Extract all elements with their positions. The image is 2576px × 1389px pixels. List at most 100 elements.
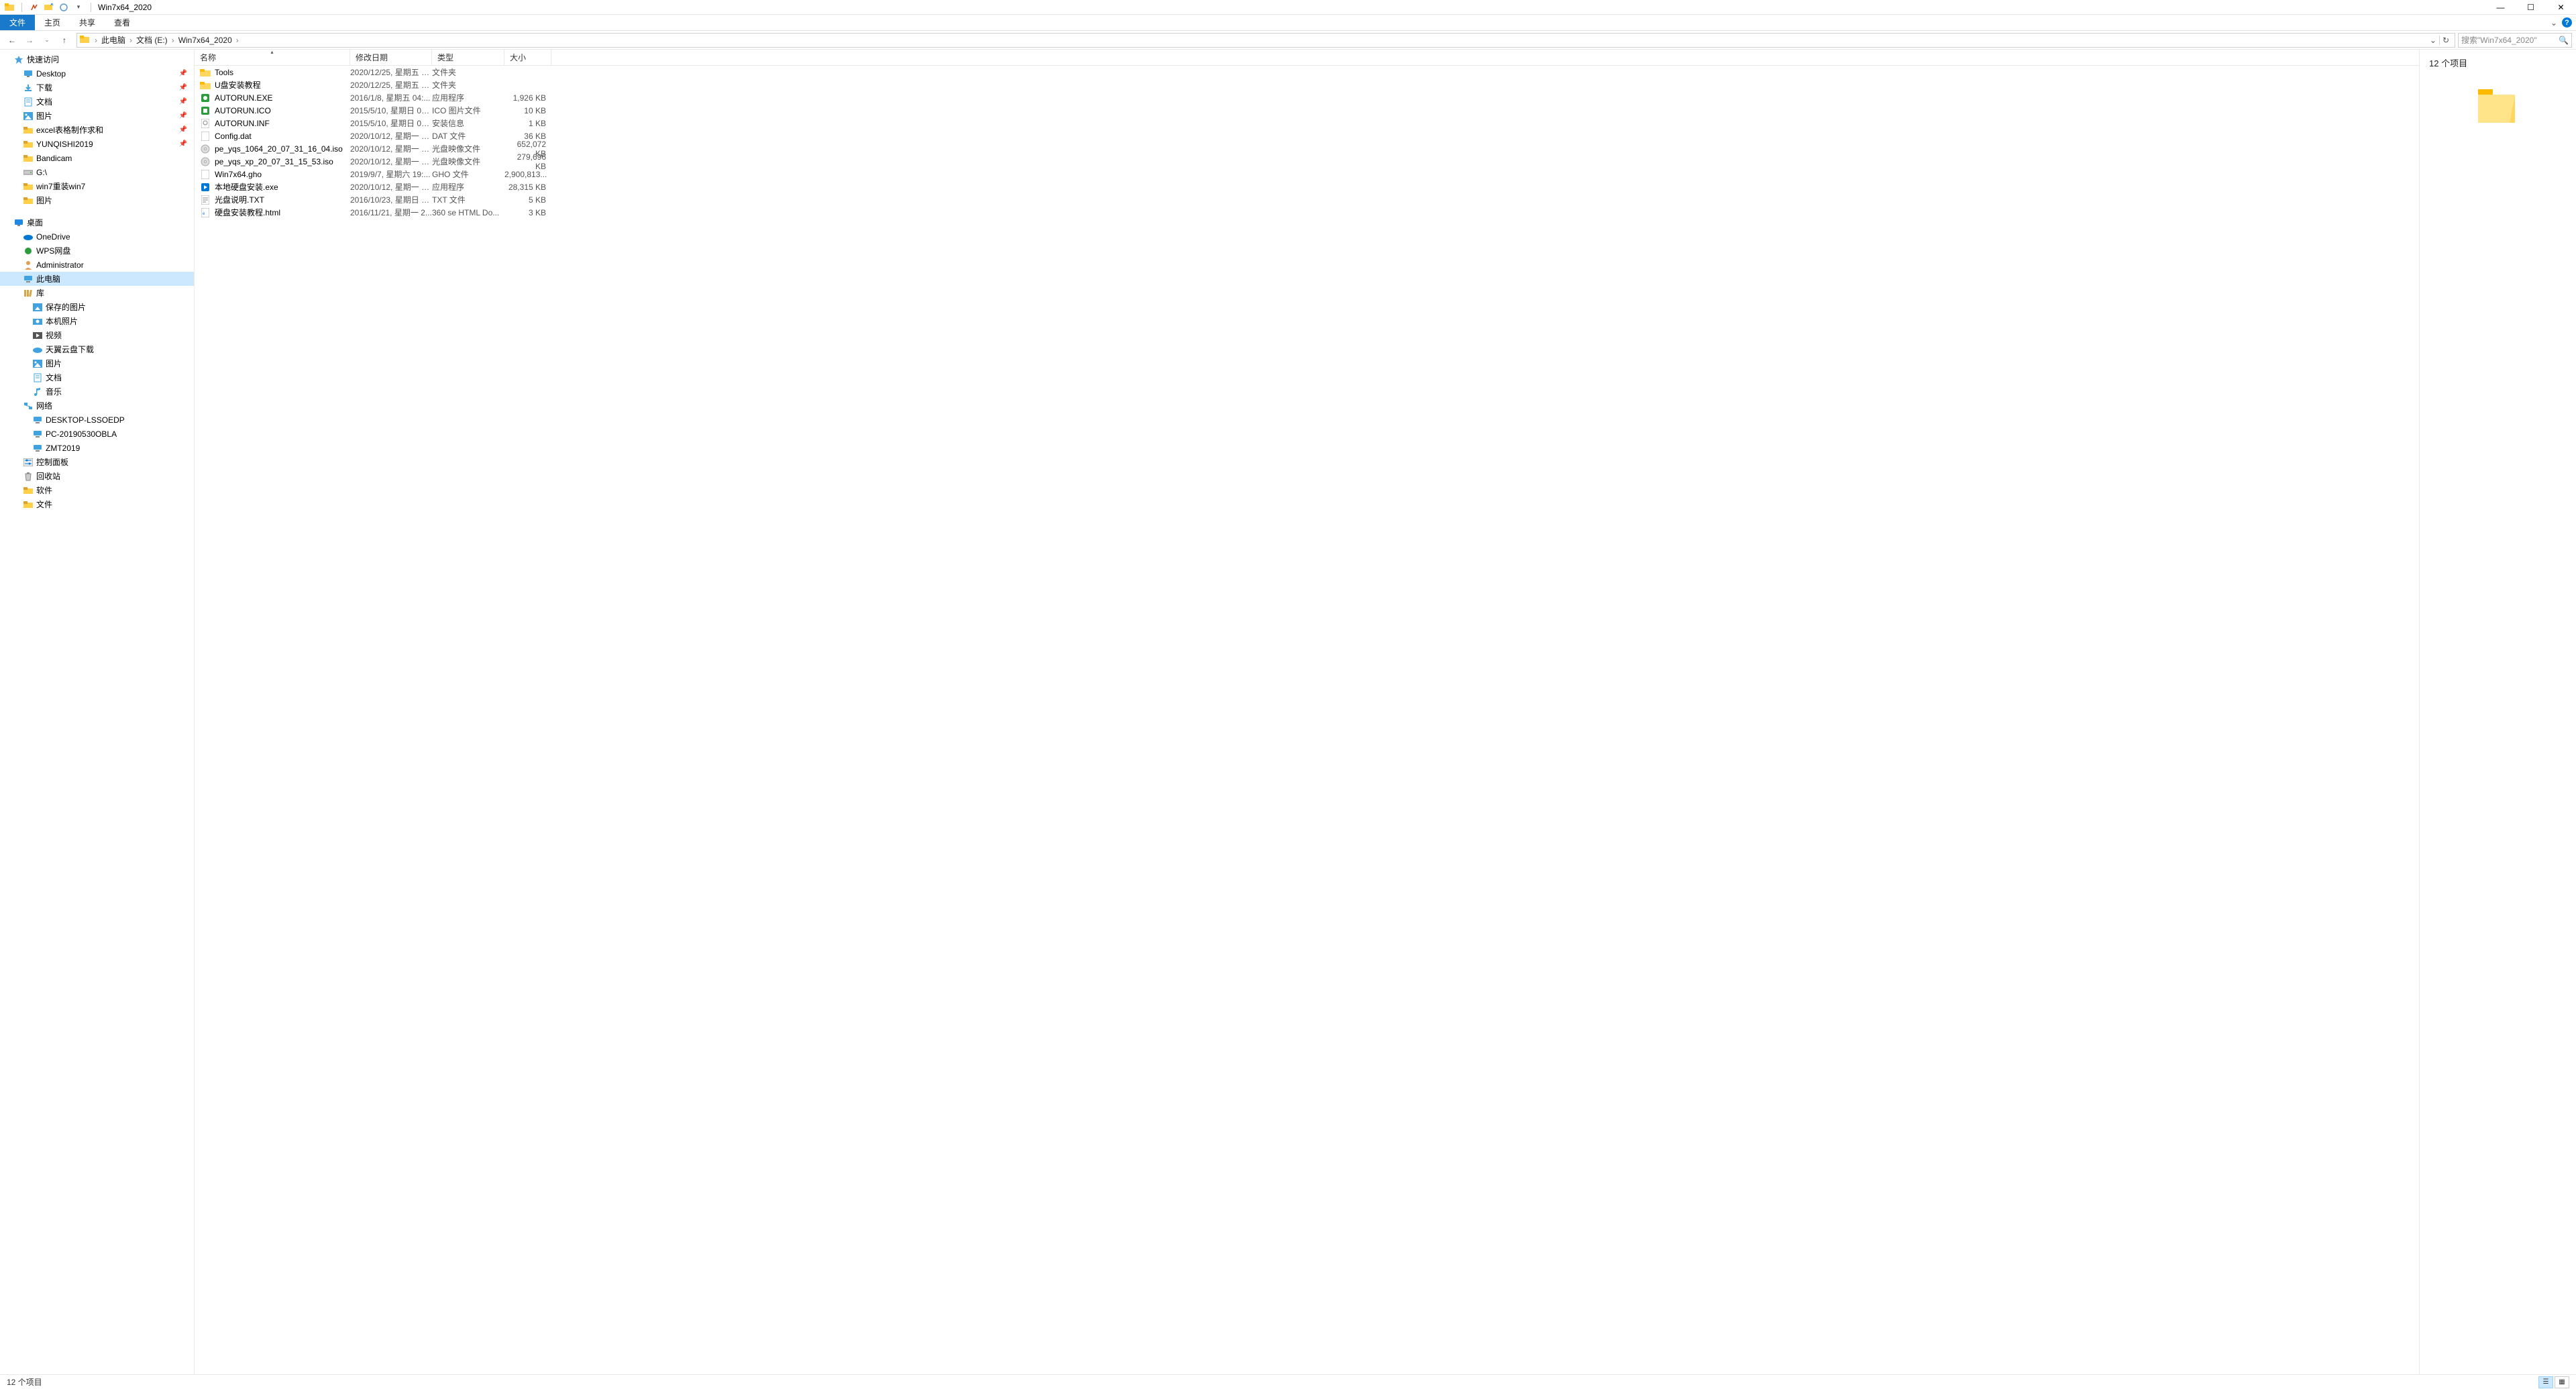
column-header-type[interactable]: 类型 (432, 50, 504, 65)
file-row[interactable]: U盘安装教程 2020/12/25, 星期五 1... 文件夹 (195, 79, 2419, 91)
large-icons-view-button[interactable]: ▦ (2555, 1376, 2569, 1388)
breadcrumb-item[interactable]: Win7x64_2020 (176, 36, 235, 45)
breadcrumb-item[interactable]: 文档 (E:) (133, 34, 170, 46)
tree-item[interactable]: 桌面 (0, 215, 194, 229)
tree-item[interactable]: 天翼云盘下载 (0, 342, 194, 356)
tab-share[interactable]: 共享 (70, 15, 105, 30)
qat-item-icon[interactable] (58, 2, 69, 13)
tree-item[interactable]: Bandicam (0, 151, 194, 165)
properties-icon[interactable] (29, 2, 40, 13)
file-row[interactable]: AUTORUN.EXE 2016/1/8, 星期五 04:... 应用程序 1,… (195, 91, 2419, 104)
file-list[interactable]: Tools 2020/12/25, 星期五 1... 文件夹 U盘安装教程 20… (195, 66, 2419, 1374)
preview-pane: 12 个项目 (2419, 50, 2576, 1374)
search-icon[interactable]: 🔍 (2559, 36, 2569, 45)
details-view-button[interactable]: ☰ (2538, 1376, 2553, 1388)
minimize-button[interactable]: — (2485, 0, 2516, 15)
tree-item-label: 此电脑 (36, 273, 190, 285)
tree-item[interactable]: WPS网盘 (0, 244, 194, 258)
tree-item[interactable]: Desktop 📌 (0, 66, 194, 81)
tree-item-label: 库 (36, 287, 190, 299)
pin-icon: 📌 (179, 70, 187, 77)
wps-icon (23, 246, 34, 256)
tree-item[interactable]: 文档 (0, 370, 194, 384)
tree-item-label: OneDrive (36, 232, 190, 242)
folder-icon (23, 139, 34, 150)
file-row[interactable]: 光盘说明.TXT 2016/10/23, 星期日 0... TXT 文件 5 K… (195, 193, 2419, 206)
tree-item[interactable]: 控制面板 (0, 455, 194, 469)
tree-item[interactable]: 音乐 (0, 384, 194, 399)
maximize-button[interactable]: ☐ (2516, 0, 2546, 15)
tree-item[interactable]: DESKTOP-LSSOEDP (0, 413, 194, 427)
ribbon-tabs: 文件 主页 共享 查看 ⌄ ? (0, 15, 2576, 31)
tree-item-label: 天翼云盘下载 (46, 344, 190, 355)
refresh-button[interactable]: ↻ (2439, 36, 2452, 45)
qat-dropdown-icon[interactable]: ▾ (73, 2, 84, 13)
file-row[interactable]: Win7x64.gho 2019/9/7, 星期六 19:... GHO 文件 … (195, 168, 2419, 181)
file-row[interactable]: 本地硬盘安装.exe 2020/10/12, 星期一 1... 应用程序 28,… (195, 181, 2419, 193)
tree-item[interactable]: 库 (0, 286, 194, 300)
tree-item-label: 图片 (36, 195, 190, 206)
tree-item[interactable]: 文档 📌 (0, 95, 194, 109)
breadcrumb-item[interactable]: 此电脑 (99, 34, 128, 46)
tree-item-label: 桌面 (27, 217, 190, 228)
tree-item[interactable]: 软件 (0, 483, 194, 497)
tree-item[interactable]: 图片 (0, 193, 194, 207)
file-type: GHO 文件 (432, 168, 504, 180)
file-row[interactable]: pe_yqs_xp_20_07_31_15_53.iso 2020/10/12,… (195, 155, 2419, 168)
chevron-right-icon[interactable]: › (235, 36, 240, 45)
tree-item[interactable]: 回收站 (0, 469, 194, 483)
tab-view[interactable]: 查看 (105, 15, 140, 30)
ribbon-expand-button[interactable]: ⌄ (2546, 15, 2562, 30)
tree-item[interactable]: 图片 📌 (0, 109, 194, 123)
address-dropdown-button[interactable]: ⌄ (2427, 36, 2439, 45)
tree-item[interactable]: OneDrive (0, 229, 194, 244)
file-date: 2015/5/10, 星期日 02... (350, 105, 432, 116)
tree-item[interactable]: ZMT2019 (0, 441, 194, 455)
chevron-right-icon[interactable]: › (170, 36, 176, 45)
tab-home[interactable]: 主页 (35, 15, 70, 30)
chevron-right-icon[interactable]: › (93, 36, 99, 45)
tree-item[interactable]: excel表格制作求和 📌 (0, 123, 194, 137)
up-button[interactable]: ↑ (56, 32, 72, 48)
tree-item[interactable]: win7重装win7 (0, 179, 194, 193)
column-header-date[interactable]: 修改日期 (350, 50, 432, 65)
tree-item[interactable]: PC-20190530OBLA (0, 427, 194, 441)
tab-file[interactable]: 文件 (0, 15, 35, 30)
tree-item-label: G:\ (36, 168, 190, 177)
chevron-right-icon[interactable]: › (128, 36, 133, 45)
file-row[interactable]: AUTORUN.ICO 2015/5/10, 星期日 02... ICO 图片文… (195, 104, 2419, 117)
tree-item[interactable]: 文件 (0, 497, 194, 511)
column-header-name[interactable]: 名称▴ (195, 50, 350, 65)
file-row[interactable]: e 硬盘安装教程.html 2016/11/21, 星期一 2... 360 s… (195, 206, 2419, 219)
tree-item[interactable]: 下载 📌 (0, 81, 194, 95)
address-bar[interactable]: › 此电脑 › 文档 (E:) › Win7x64_2020 › ⌄ ↻ (76, 33, 2455, 48)
tree-item-label: excel表格制作求和 (36, 124, 179, 136)
tree-item[interactable]: 视频 (0, 328, 194, 342)
file-row[interactable]: AUTORUN.INF 2015/5/10, 星期日 02... 安装信息 1 … (195, 117, 2419, 130)
help-button[interactable]: ? (2562, 17, 2572, 28)
back-button[interactable]: ← (4, 32, 20, 48)
search-box[interactable]: 搜索"Win7x64_2020" 🔍 (2458, 33, 2572, 48)
folder-icon (200, 80, 211, 91)
file-row[interactable]: Tools 2020/12/25, 星期五 1... 文件夹 (195, 66, 2419, 79)
tree-item-label: YUNQISHI2019 (36, 140, 179, 149)
column-header-size[interactable]: 大小 (504, 50, 551, 65)
recent-locations-button[interactable]: ⌄ (39, 32, 55, 48)
tree-item[interactable]: Administrator (0, 258, 194, 272)
tree-item[interactable]: G:\ (0, 165, 194, 179)
new-folder-icon[interactable]: ✕ (44, 2, 54, 13)
pin-icon: 📌 (179, 112, 187, 119)
close-button[interactable]: ✕ (2546, 0, 2576, 15)
tree-item[interactable]: 快速访问 (0, 52, 194, 66)
tree-item[interactable]: 图片 (0, 356, 194, 370)
tree-item[interactable]: YUNQISHI2019 📌 (0, 137, 194, 151)
tree-item[interactable]: 网络 (0, 399, 194, 413)
tree-item-label: WPS网盘 (36, 245, 190, 256)
file-date: 2020/10/12, 星期一 1... (350, 181, 432, 193)
tree-item-label: 控制面板 (36, 456, 190, 468)
tree-item[interactable]: 保存的图片 (0, 300, 194, 314)
forward-button[interactable]: → (21, 32, 38, 48)
tree-item[interactable]: 此电脑 (0, 272, 194, 286)
navigation-pane[interactable]: 快速访问 Desktop 📌 下载 📌 文档 📌 图片 📌 excel表格制作求… (0, 50, 195, 1374)
tree-item[interactable]: 本机照片 (0, 314, 194, 328)
